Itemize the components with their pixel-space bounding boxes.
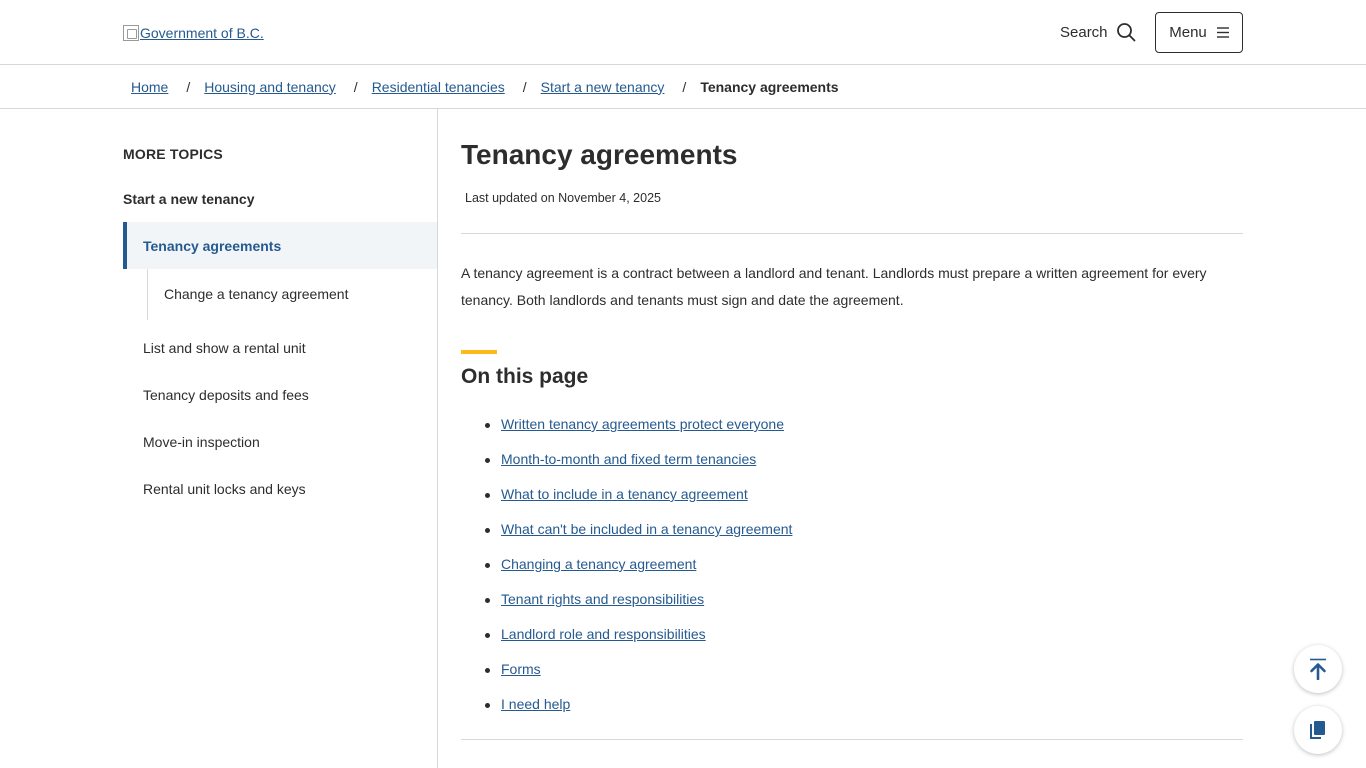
divider [461, 233, 1243, 234]
search-button[interactable]: Search [1060, 20, 1136, 44]
heading-accent-bar [461, 350, 497, 354]
hamburger-icon [1216, 27, 1229, 38]
menu-label: Menu [1169, 24, 1207, 41]
toc-link-include[interactable]: What to include in a tenancy agreement [501, 486, 748, 502]
sidebar-item-deposits[interactable]: Tenancy deposits and fees [143, 387, 309, 403]
toc-link-cant-include[interactable]: What can't be included in a tenancy agre… [501, 521, 792, 537]
gov-bc-logo-link[interactable]: Government of B.C. [123, 24, 264, 42]
breadcrumb-current: Tenancy agreements [700, 78, 839, 95]
toc-link-month-fixed[interactable]: Month-to-month and fixed term tenancies [501, 451, 756, 467]
page-title: Tenancy agreements [461, 139, 738, 170]
menu-button[interactable]: Menu [1155, 12, 1243, 53]
toc-link-changing[interactable]: Changing a tenancy agreement [501, 556, 696, 572]
breadcrumb-separator: / [522, 78, 527, 95]
toc-link-forms[interactable]: Forms [501, 661, 541, 677]
intro-paragraph: A tenancy agreement is a contract betwee… [461, 265, 1207, 308]
list-item: Written tenancy agreements protect every… [484, 416, 792, 451]
copy-button[interactable] [1294, 706, 1342, 754]
toc-link-protect[interactable]: Written tenancy agreements protect every… [501, 416, 784, 432]
sidebar-item-tenancy-agreements[interactable]: Tenancy agreements [123, 222, 437, 269]
list-item: Changing a tenancy agreement [484, 556, 792, 591]
logo-alt-text: Government of B.C. [140, 25, 264, 41]
toc-link-tenant-rights[interactable]: Tenant rights and responsibilities [501, 591, 704, 607]
list-item: What to include in a tenancy agreement [484, 486, 792, 521]
copy-document-icon [1310, 721, 1325, 739]
sidebar-item-change-agreement[interactable]: Change a tenancy agreement [148, 269, 348, 320]
sidebar-nav: MORE TOPICS Start a new tenancy Tenancy … [0, 109, 438, 768]
divider [461, 739, 1243, 740]
toc-list: Written tenancy agreements protect every… [484, 416, 792, 731]
breadcrumb-link-housing[interactable]: Housing and tenancy [204, 79, 336, 95]
search-label: Search [1060, 23, 1108, 41]
arrow-up-to-top-icon [1310, 658, 1326, 680]
toc-link-need-help[interactable]: I need help [501, 696, 570, 712]
list-item: Landlord role and responsibilities [484, 626, 792, 661]
site-header: Government of B.C. Search Menu [0, 0, 1366, 65]
list-item: Tenant rights and responsibilities [484, 591, 792, 626]
breadcrumb-separator: / [186, 78, 191, 95]
breadcrumb: Home / Housing and tenancy / Residential… [0, 65, 1366, 109]
breadcrumb-link-start-tenancy[interactable]: Start a new tenancy [541, 79, 665, 95]
last-updated: Last updated on November 4, 2025 [465, 191, 661, 205]
breadcrumb-separator: / [682, 78, 687, 95]
list-item: Month-to-month and fixed term tenancies [484, 451, 792, 486]
sidebar-item-start-new-tenancy[interactable]: Start a new tenancy [123, 191, 255, 207]
list-item: What can't be included in a tenancy agre… [484, 521, 792, 556]
on-this-page-heading: On this page [461, 365, 589, 388]
sidebar-item-locks-keys[interactable]: Rental unit locks and keys [143, 481, 306, 497]
breadcrumb-separator: / [353, 78, 358, 95]
sidebar-item-list-rental[interactable]: List and show a rental unit [143, 340, 306, 356]
sidebar-heading: MORE TOPICS [123, 146, 223, 162]
list-item: Forms [484, 661, 792, 696]
sidebar-subitem-group: Change a tenancy agreement [147, 269, 348, 320]
breadcrumb-link-home[interactable]: Home [131, 79, 168, 95]
toc-link-landlord-role[interactable]: Landlord role and responsibilities [501, 626, 706, 642]
breadcrumb-link-residential[interactable]: Residential tenancies [372, 79, 505, 95]
search-icon [1116, 23, 1135, 42]
broken-image-icon [123, 25, 139, 41]
back-to-top-button[interactable] [1294, 645, 1342, 693]
sidebar-item-inspection[interactable]: Move-in inspection [143, 434, 260, 450]
list-item: I need help [484, 696, 792, 731]
